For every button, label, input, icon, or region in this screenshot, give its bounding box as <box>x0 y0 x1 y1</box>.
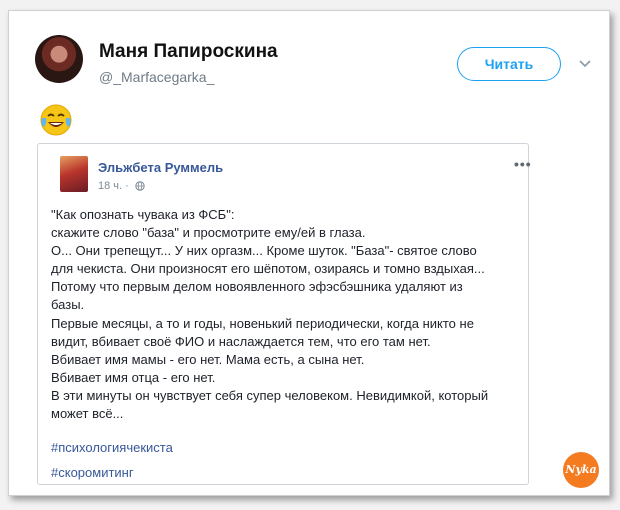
post-line: Первые месяцы, а то и годы, новенький пе… <box>51 315 474 331</box>
post-line: может всё... <box>51 406 124 422</box>
embedded-facebook-post: Эльжбета Руммель 18 ч. · ••• "Как опозна… <box>37 143 532 485</box>
author-handle[interactable]: @_Marfacegarka_ <box>99 69 214 85</box>
post-line: В эти минуты он чувствует себя супер чел… <box>51 387 489 403</box>
post-line: базы. <box>51 297 85 313</box>
tweet-card: Маня Папироскина @_Marfacegarka_ Читать … <box>8 10 610 496</box>
fb-author-avatar[interactable] <box>60 156 88 192</box>
chevron-down-icon[interactable] <box>577 55 593 71</box>
post-line: видит, вбивает своё ФИО и наслаждается т… <box>51 333 431 349</box>
post-line: Вбивает имя отца - его нет. <box>51 369 216 385</box>
fb-author-name[interactable]: Эльжбета Руммель <box>98 160 223 175</box>
post-line: скажите слово "база" и просмотрите ему/е… <box>51 225 366 241</box>
post-line: "Как опознать чувака из ФСБ": <box>51 207 235 222</box>
hashtag-link[interactable]: #скоромитинг <box>51 465 134 480</box>
fb-post-time[interactable]: 18 ч. · <box>98 180 129 192</box>
tears-of-joy-emoji-icon <box>40 104 72 136</box>
post-line: О... Они трепещут... У них оргазм... Кро… <box>51 243 477 259</box>
fb-post-meta: 18 ч. · <box>98 180 145 192</box>
post-line: для чекиста. Они произносят его шёпотом,… <box>51 261 485 277</box>
post-line: Вбивает имя мамы - его нет. Мама есть, а… <box>51 351 365 367</box>
more-options-icon[interactable]: ••• <box>514 156 532 172</box>
fb-post-text: "Как опознать чувака из ФСБ": скажите сл… <box>51 206 521 423</box>
follow-button[interactable]: Читать <box>457 47 561 81</box>
globe-icon <box>135 181 145 191</box>
hashtag-link[interactable]: #психологиячекиста <box>51 440 173 455</box>
author-avatar[interactable] <box>35 35 83 83</box>
author-name[interactable]: Маня Папироскина <box>99 41 278 63</box>
post-line: Потому что первым делом новоявленного эф… <box>51 279 463 295</box>
watermark-logo: Nyka <box>563 452 599 488</box>
